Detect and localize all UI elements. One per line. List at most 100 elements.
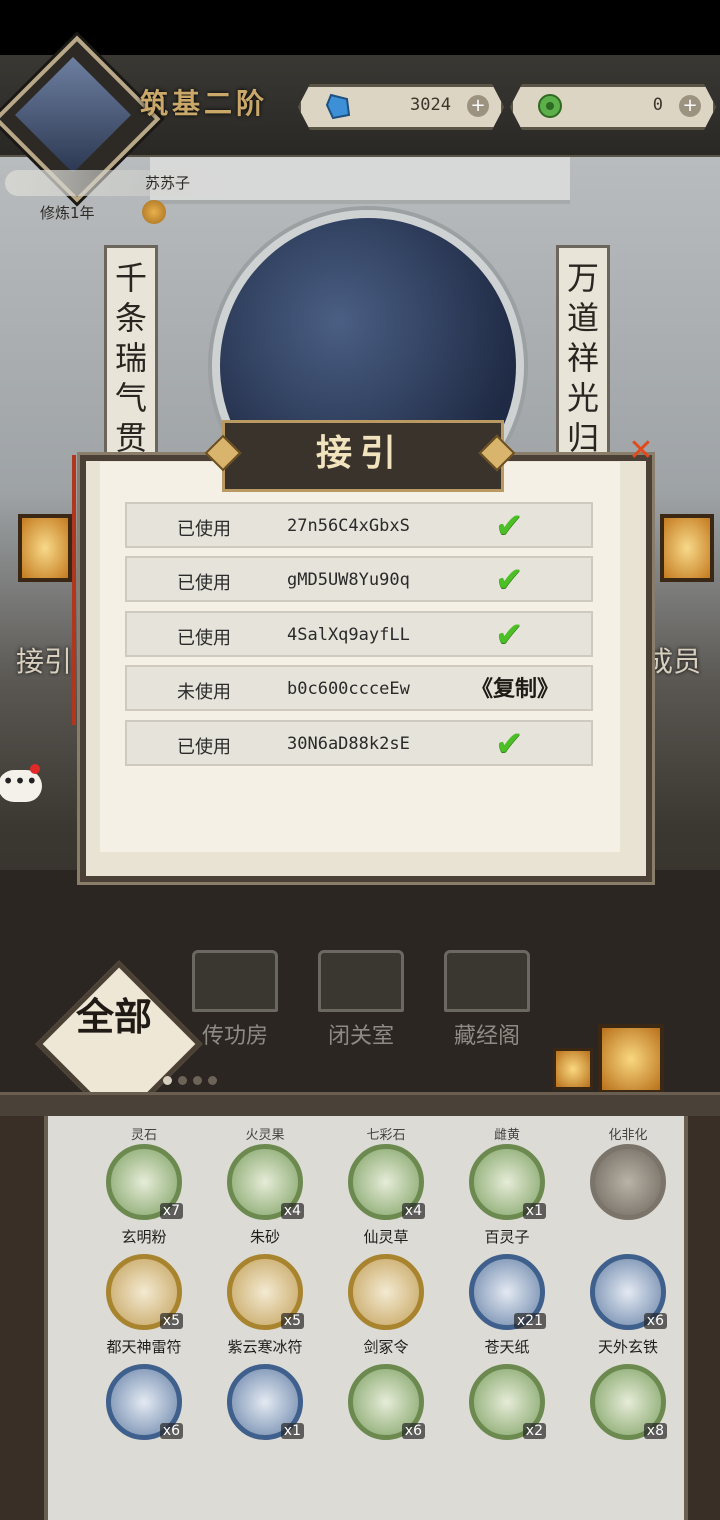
inventory-item[interactable]	[572, 1144, 684, 1254]
building-library[interactable]: 藏经阁	[437, 950, 537, 1050]
building-label: 闭关室	[327, 1024, 394, 1049]
item-count: x5	[159, 1313, 183, 1329]
item-count: x7	[159, 1203, 183, 1219]
item-count: x2	[522, 1423, 546, 1439]
side-button-invite[interactable]: 接引	[16, 640, 72, 680]
inventory-item[interactable]: x5 都天神雷符	[88, 1254, 200, 1364]
page-dot[interactable]	[208, 1076, 217, 1085]
inventory-item[interactable]: x7 玄明粉	[88, 1144, 200, 1254]
add-spirit-stone-button[interactable]: +	[467, 95, 489, 117]
chat-button[interactable]: •••	[0, 770, 42, 802]
code-status: 已使用	[177, 737, 231, 758]
item-count: x8	[643, 1423, 667, 1439]
code-status: 已使用	[177, 519, 231, 540]
invite-code: 30N6aD88k2sE	[287, 734, 410, 754]
invite-code: 27n56C4xGbxS	[287, 516, 410, 536]
check-icon: ✔	[495, 506, 524, 546]
item-count: x4	[280, 1203, 304, 1219]
item-name: 仙灵草	[363, 1228, 409, 1246]
item-label-top: 灵石	[130, 1128, 157, 1143]
notification-dot	[30, 764, 40, 774]
code-status: 已使用	[177, 628, 231, 649]
inventory-item[interactable]: x6	[330, 1364, 442, 1474]
item-icon: x5	[106, 1254, 183, 1330]
status-bar	[0, 0, 720, 55]
item-count: x1	[280, 1423, 304, 1439]
couplet-left: 千条瑞气贯	[104, 245, 158, 475]
green-jade-icon	[535, 91, 565, 121]
inventory-item[interactable]: x4 仙灵草	[330, 1144, 442, 1254]
pavilion-icon	[444, 950, 530, 1012]
item-icon: x6	[590, 1254, 667, 1330]
inventory-item[interactable]: 剑冢令	[330, 1254, 442, 1364]
code-row: 已使用 4SalXq9ayfLL ✔	[125, 611, 593, 657]
item-icon: x2	[469, 1364, 546, 1440]
inventory-item[interactable]: x4 朱砂	[209, 1144, 321, 1254]
lantern-icon	[598, 1024, 664, 1094]
lantern-icon	[553, 1048, 593, 1090]
inventory-item[interactable]: x6	[88, 1364, 200, 1474]
player-name: 苏苏子	[145, 174, 191, 192]
item-count: x6	[159, 1423, 183, 1439]
spirit-stone-counter: 3024 +	[298, 84, 504, 130]
item-name: 紫云寒冰符	[227, 1338, 303, 1356]
item-icon: x1	[469, 1144, 546, 1220]
inventory-item[interactable]: x1	[209, 1364, 321, 1474]
scroll-rope	[72, 455, 76, 725]
item-name: 天外玄铁	[597, 1338, 658, 1356]
item-icon: x6	[106, 1364, 183, 1440]
add-jade-button[interactable]: +	[679, 95, 701, 117]
gold-coin-icon[interactable]	[142, 200, 166, 224]
building-retreat-room[interactable]: 闭关室	[311, 950, 411, 1050]
item-count: x5	[280, 1313, 304, 1329]
item-icon: x21	[469, 1254, 546, 1330]
inventory-item[interactable]: x8	[572, 1364, 684, 1474]
inventory-item[interactable]: x5 紫云寒冰符	[209, 1254, 321, 1364]
item-label-top: 雌黄	[493, 1128, 520, 1143]
jade-counter: 0 +	[510, 84, 716, 130]
lantern-icon	[18, 514, 72, 582]
inventory-item[interactable]: x6 天外玄铁	[572, 1254, 684, 1364]
item-icon	[348, 1254, 424, 1330]
code-status: 未使用	[177, 682, 231, 703]
item-icon: x6	[348, 1364, 425, 1440]
inventory-item[interactable]: x1 百灵子	[451, 1144, 563, 1254]
check-icon: ✔	[495, 615, 524, 655]
shelf-divider	[0, 1092, 720, 1119]
close-button[interactable]: ✕	[626, 436, 656, 466]
page-dot[interactable]	[178, 1076, 187, 1085]
item-count: x1	[522, 1203, 546, 1219]
invite-code: 4SalXq9ayfLL	[287, 625, 410, 645]
item-label-top: 化非化	[608, 1128, 648, 1143]
item-count: x6	[643, 1313, 667, 1329]
dialog-title: 接引	[315, 432, 404, 474]
side-button-members[interactable]: 成员	[645, 640, 701, 680]
item-name: 玄明粉	[121, 1228, 167, 1246]
item-name: 都天神雷符	[106, 1338, 182, 1356]
item-count: x4	[401, 1203, 425, 1219]
inventory-item[interactable]: x21 苍天纸	[451, 1254, 563, 1364]
inventory-panel: 灵石 火灵果 七彩石 雌黄 化非化 x7 玄明粉 x4 朱砂 x4 仙灵草 x1 百灵子 x5 都天神雷符 x…	[44, 1116, 688, 1520]
couplet-right: 万道祥光归	[556, 245, 610, 475]
item-name: 百灵子	[484, 1228, 530, 1246]
pavilion-icon	[318, 950, 404, 1012]
building-skill-room[interactable]: 传功房	[185, 950, 285, 1050]
spirit-stone-value: 3024	[410, 95, 451, 115]
page-dot-active[interactable]	[163, 1076, 172, 1085]
jade-value: 0	[652, 95, 663, 115]
item-label-top: 火灵果	[245, 1128, 285, 1143]
name-plate	[5, 170, 235, 196]
item-icon: x4	[348, 1144, 425, 1220]
inventory-item[interactable]: x2	[451, 1364, 563, 1474]
all-filter-label[interactable]: 全部	[62, 995, 166, 1039]
cultivation-rank: 筑基二阶	[140, 87, 269, 120]
pavilion-icon	[192, 950, 278, 1012]
item-name: 朱砂	[249, 1228, 280, 1246]
item-icon: x5	[227, 1254, 304, 1330]
code-row: 已使用 gMD5UW8Yu90q ✔	[125, 556, 593, 602]
check-icon: ✔	[495, 724, 524, 764]
lantern-icon	[660, 514, 714, 582]
copy-button[interactable]: 《复制》	[457, 673, 573, 705]
item-icon: x7	[106, 1144, 183, 1220]
page-dot[interactable]	[193, 1076, 202, 1085]
